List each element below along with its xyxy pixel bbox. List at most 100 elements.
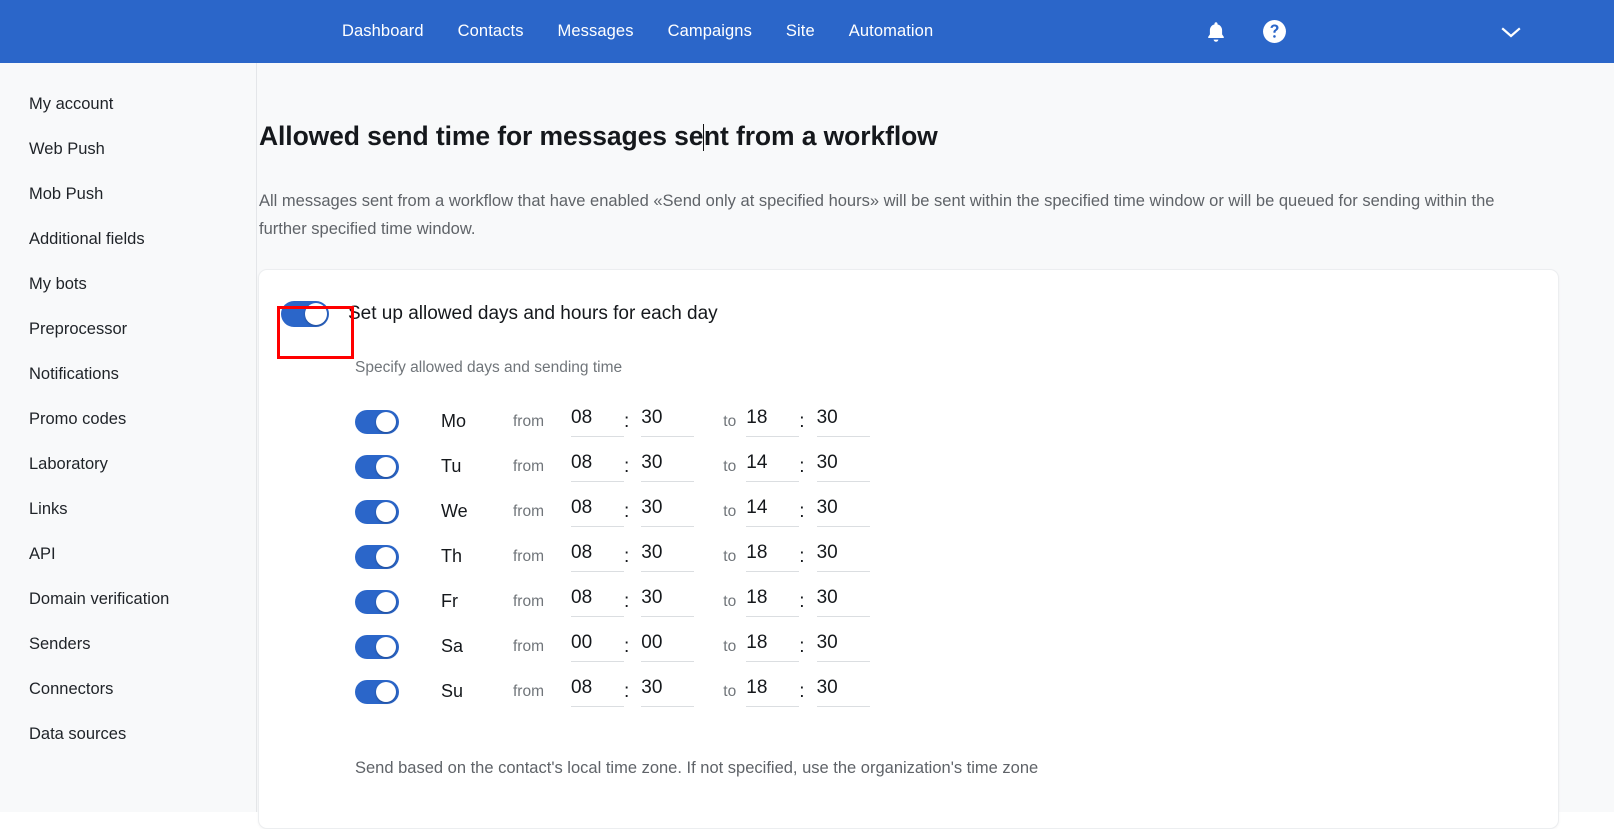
sa-from-minute-input[interactable]: 00 — [641, 632, 695, 662]
from-label: from — [513, 412, 544, 430]
sa-from-hour-input[interactable]: 00 — [571, 632, 624, 662]
day-label-we: We — [441, 501, 468, 521]
timezone-note: Send based on the contact's local time z… — [355, 759, 1039, 777]
colon-separator: : — [799, 635, 805, 657]
from-label: from — [513, 637, 544, 655]
nav-link-messages[interactable]: Messages — [558, 23, 634, 40]
sidebar-item-promo-codes[interactable]: Promo codes — [0, 397, 256, 442]
th-to-minute-input[interactable]: 30 — [816, 542, 870, 572]
page-title: Allowed send time for messages sent from… — [259, 121, 938, 152]
day-toggle-we[interactable] — [355, 499, 399, 524]
from-label: from — [513, 457, 544, 475]
day-toggle-knob — [376, 501, 396, 522]
page-title-text-after-caret: nt from a workflow — [703, 121, 938, 151]
to-label: to — [723, 592, 737, 610]
sidebar-item-web-push[interactable]: Web Push — [0, 127, 256, 172]
tu-from-minute-input[interactable]: 30 — [641, 452, 695, 482]
nav-link-dashboard[interactable]: Dashboard — [342, 23, 424, 40]
table-row: Th from 08 : 30 to 18 : 30 — [355, 534, 1355, 579]
tu-to-minute-input[interactable]: 30 — [816, 452, 870, 482]
nav-link-site[interactable]: Site — [786, 23, 815, 40]
sa-to-minute-input[interactable]: 30 — [816, 632, 870, 662]
day-toggle-su[interactable] — [355, 679, 399, 704]
colon-separator: : — [624, 410, 630, 432]
su-to-minute-input[interactable]: 30 — [816, 677, 870, 707]
from-label: from — [513, 682, 544, 700]
mo-to-minute-input[interactable]: 30 — [816, 407, 870, 437]
colon-separator: : — [799, 500, 805, 522]
we-from-minute-input[interactable]: 30 — [641, 497, 695, 527]
tu-to-hour-input[interactable]: 14 — [746, 452, 800, 482]
day-toggle-mo[interactable] — [355, 409, 399, 434]
table-row: Su from 08 : 30 to 18 : 30 — [355, 669, 1355, 714]
day-schedule-list: Mo from 08 : 30 to 18 : 30 Tu from 08 : — [355, 399, 1355, 714]
day-toggle-tu[interactable] — [355, 454, 399, 479]
colon-separator: : — [624, 500, 630, 522]
master-toggle[interactable] — [281, 301, 329, 327]
master-toggle-knob — [305, 303, 327, 325]
page-body: My account Web Push Mob Push Additional … — [0, 63, 1614, 829]
colon-separator: : — [799, 410, 805, 432]
tu-from-hour-input[interactable]: 08 — [571, 452, 624, 482]
mo-from-hour-input[interactable]: 08 — [571, 407, 624, 437]
sidebar-item-data-sources[interactable]: Data sources — [0, 712, 256, 757]
sidebar-item-preprocessor[interactable]: Preprocessor — [0, 307, 256, 352]
bell-icon[interactable] — [1205, 20, 1227, 44]
table-row: Fr from 08 : 30 to 18 : 30 — [355, 579, 1355, 624]
page-description: All messages sent from a workflow that h… — [259, 192, 1495, 238]
we-to-hour-input[interactable]: 14 — [746, 497, 800, 527]
su-to-hour-input[interactable]: 18 — [746, 677, 800, 707]
mo-from-minute-input[interactable]: 30 — [641, 407, 695, 437]
sidebar-item-my-account[interactable]: My account — [0, 82, 256, 127]
th-to-hour-input[interactable]: 18 — [746, 542, 800, 572]
colon-separator: : — [624, 635, 630, 657]
allowed-send-time-card: Set up allowed days and hours for each d… — [258, 269, 1559, 829]
sa-to-hour-input[interactable]: 18 — [746, 632, 800, 662]
nav-link-automation[interactable]: Automation — [849, 23, 933, 40]
sidebar-item-links[interactable]: Links — [0, 487, 256, 532]
sidebar-item-domain-verification[interactable]: Domain verification — [0, 577, 256, 622]
table-row: Tu from 08 : 30 to 14 : 30 — [355, 444, 1355, 489]
su-from-minute-input[interactable]: 30 — [641, 677, 695, 707]
mo-to-hour-input[interactable]: 18 — [746, 407, 800, 437]
day-label-mo: Mo — [441, 411, 467, 431]
fr-to-minute-input[interactable]: 30 — [816, 587, 870, 617]
nav-link-campaigns[interactable]: Campaigns — [668, 23, 752, 40]
sidebar-item-connectors[interactable]: Connectors — [0, 667, 256, 712]
nav-right-icons — [1205, 0, 1287, 63]
to-label: to — [723, 457, 737, 475]
day-label-fr: Fr — [441, 591, 458, 611]
colon-separator: : — [624, 545, 630, 567]
question-mark-circle-icon[interactable] — [1262, 19, 1287, 44]
master-toggle-row: Set up allowed days and hours for each d… — [281, 301, 718, 327]
sidebar-item-laboratory[interactable]: Laboratory — [0, 442, 256, 487]
to-label: to — [723, 412, 737, 430]
fr-from-minute-input[interactable]: 30 — [641, 587, 695, 617]
sidebar-item-mob-push[interactable]: Mob Push — [0, 172, 256, 217]
th-from-hour-input[interactable]: 08 — [571, 542, 624, 572]
nav-link-contacts[interactable]: Contacts — [458, 23, 524, 40]
day-toggle-th[interactable] — [355, 544, 399, 569]
day-toggle-fr[interactable] — [355, 589, 399, 614]
master-toggle-label: Set up allowed days and hours for each d… — [348, 303, 718, 324]
day-label-su: Su — [441, 681, 464, 701]
day-label-tu: Tu — [441, 456, 462, 476]
sidebar-item-additional-fields[interactable]: Additional fields — [0, 217, 256, 262]
sidebar-item-my-bots[interactable]: My bots — [0, 262, 256, 307]
fr-from-hour-input[interactable]: 08 — [571, 587, 624, 617]
main-content: Allowed send time for messages sent from… — [257, 63, 1614, 829]
day-toggle-sa[interactable] — [355, 634, 399, 659]
nav-links: Dashboard Contacts Messages Campaigns Si… — [342, 0, 933, 63]
day-toggle-knob — [376, 546, 396, 567]
sidebar-item-api[interactable]: API — [0, 532, 256, 577]
account-menu-button[interactable] — [1500, 0, 1522, 63]
we-from-hour-input[interactable]: 08 — [571, 497, 624, 527]
th-from-minute-input[interactable]: 30 — [641, 542, 695, 572]
fr-to-hour-input[interactable]: 18 — [746, 587, 800, 617]
sidebar-item-notifications[interactable]: Notifications — [0, 352, 256, 397]
sidebar-item-senders[interactable]: Senders — [0, 622, 256, 667]
colon-separator: : — [799, 545, 805, 567]
day-toggle-knob — [376, 411, 396, 432]
we-to-minute-input[interactable]: 30 — [816, 497, 870, 527]
su-from-hour-input[interactable]: 08 — [571, 677, 624, 707]
